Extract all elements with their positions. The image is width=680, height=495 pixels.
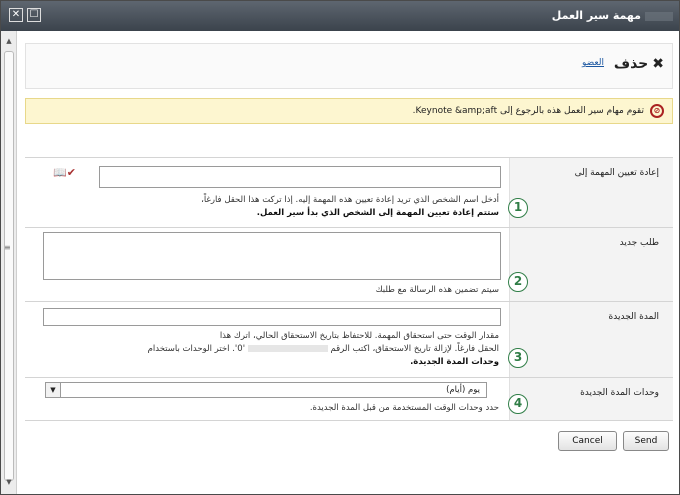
units-selected: يوم (أيام) (446, 385, 480, 395)
units-row: وحدات المدة الجديدة 4 ▼ يوم (أيام) حدد و… (25, 377, 673, 421)
vertical-scrollbar[interactable]: ▲ ≡ ▼ (1, 31, 17, 494)
reassign-help-line1: أدخل اسم الشخص الذي تريد إعادة تعيين هذه… (201, 195, 499, 205)
duration-label: المدة الجديدة (608, 312, 659, 322)
label-column: طلب جديد 2 (508, 228, 673, 301)
no-entry-icon: ⊘ (650, 104, 664, 118)
label-column: وحدات المدة الجديدة 4 (508, 378, 673, 420)
reassign-input[interactable] (99, 166, 501, 188)
title-redaction (645, 12, 673, 21)
step-badge-2: 2 (508, 272, 528, 292)
member-link[interactable]: العضو (582, 58, 604, 68)
maximize-button[interactable]: ☐ (27, 8, 41, 22)
delete-x-icon: ✖ (652, 56, 664, 72)
reassign-row: إعادة تعيين المهمة إلى 1 📖✔ أدخل اسم الش… (25, 157, 673, 227)
request-textarea[interactable] (43, 232, 501, 280)
chevron-down-icon[interactable]: ▼ (46, 383, 61, 397)
duration-row: المدة الجديدة 3 مقدار الوقت حتى استحقاق … (25, 301, 673, 377)
units-help: حدد وحدات الوقت المستخدمة من قبل المدة ا… (309, 403, 499, 413)
reassign-help-line2: ستتم إعادة تعيين المهمة إلى الشخص الذي ب… (256, 208, 499, 218)
people-picker: 📖✔ (53, 166, 80, 179)
delete-button[interactable]: حذف ✖ (614, 56, 664, 72)
notice-text: تقوم مهام سير العمل هذه بالرجوع إلى Keyn… (412, 106, 644, 116)
reassign-help: أدخل اسم الشخص الذي تريد إعادة تعيين هذه… (29, 194, 499, 220)
step-badge-3: 3 (508, 348, 528, 368)
request-label: طلب جديد (619, 238, 659, 248)
member-link-text: العضو (581, 58, 604, 68)
duration-help-line2a: الحقل فارغاً. لإزالة تاريخ الاستحقاق، اك… (330, 344, 499, 354)
scroll-thumb[interactable] (4, 51, 14, 481)
duration-help-line2b: '0'. اختر الوحدات باستخدام (147, 344, 246, 354)
delete-label: حذف (613, 56, 649, 72)
scroll-down-arrow-icon[interactable]: ▼ (4, 478, 14, 488)
duration-help-line1: مقدار الوقت حتى استحقاق المهمة. للاحتفاظ… (219, 331, 499, 341)
dialog-window: ✕ ☐ مهمة سير العمل ▲ ≡ ▼ حذف ✖ العضو ⊘ تق… (0, 0, 680, 495)
units-select[interactable]: ▼ يوم (أيام) (45, 382, 487, 398)
address-book-icon[interactable]: 📖 (53, 166, 67, 179)
duration-help-line3: وحدات المدة الجديدة. (410, 357, 499, 367)
workflow-notice: ⊘ تقوم مهام سير العمل هذه بالرجوع إلى Ke… (25, 98, 673, 124)
request-row: طلب جديد 2 سيتم تضمين هذه الرسالة مع طلب… (25, 227, 673, 301)
reassign-label: إعادة تعيين المهمة إلى (574, 168, 659, 178)
units-label: وحدات المدة الجديدة (580, 388, 659, 398)
close-button[interactable]: ✕ (9, 8, 23, 22)
grip-icon: ≡ (4, 243, 11, 252)
window-title: مهمة سير العمل (551, 9, 641, 22)
ribbon: حذف ✖ العضو (25, 43, 673, 89)
cancel-button[interactable]: Cancel (558, 431, 617, 451)
label-column: المدة الجديدة 3 (508, 302, 673, 377)
step-badge-1: 1 (508, 198, 528, 218)
task-form: إعادة تعيين المهمة إلى 1 📖✔ أدخل اسم الش… (25, 157, 673, 421)
scroll-up-arrow-icon[interactable]: ▲ (4, 37, 14, 47)
send-button[interactable]: Send (623, 431, 669, 451)
title-bar: ✕ ☐ مهمة سير العمل (1, 1, 679, 31)
label-column: إعادة تعيين المهمة إلى 1 (508, 158, 673, 227)
duration-input[interactable] (43, 308, 501, 326)
request-help: سيتم تضمين هذه الرسالة مع طلبك (375, 285, 499, 295)
check-names-icon[interactable]: ✔ (67, 166, 76, 179)
duration-help: مقدار الوقت حتى استحقاق المهمة. للاحتفاظ… (29, 330, 499, 369)
step-badge-4: 4 (508, 394, 528, 414)
